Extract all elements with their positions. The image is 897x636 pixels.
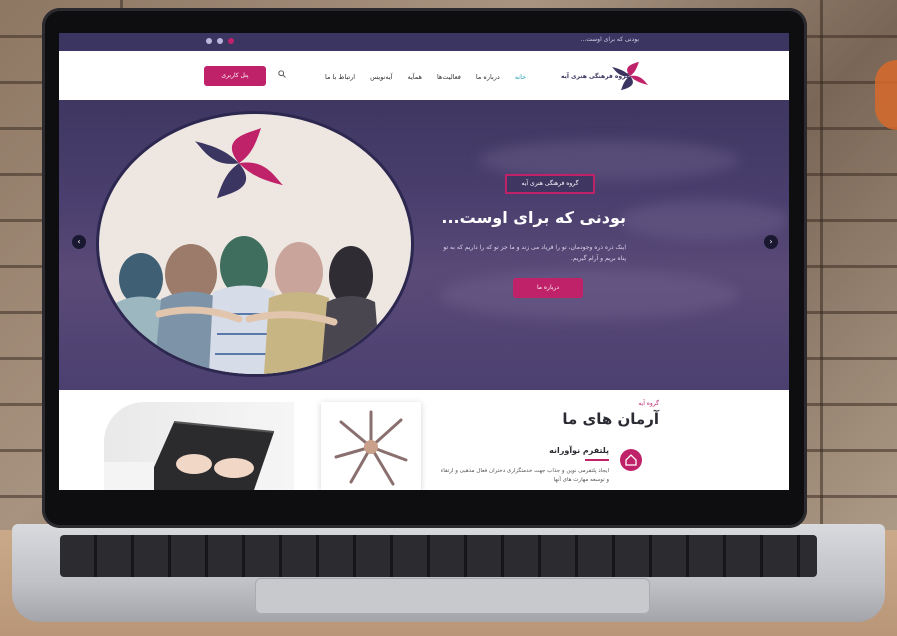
hands-together-sketch xyxy=(334,410,408,486)
share-icon[interactable] xyxy=(228,38,234,44)
hero-badge: گروه فرهنگی هنری آیه xyxy=(505,174,595,194)
hero-title: بودنی که برای اوست... xyxy=(441,208,626,227)
laptop-trackpad xyxy=(255,578,650,614)
girls-embracing-illustration xyxy=(109,128,381,374)
nav-item-contact[interactable]: ارتباط با ما xyxy=(325,73,355,81)
user-panel-button[interactable]: پنل کاربری xyxy=(204,66,266,86)
ideals-section: گروه آیه آرمان های ما پلتفرم نوآورانه ای… xyxy=(59,390,789,490)
top-bar: بودنی که برای اوست... xyxy=(59,33,789,51)
feature-title: پلتفرم نوآورانه xyxy=(549,446,609,455)
slider-next-arrow-icon[interactable]: › xyxy=(764,235,778,249)
hero-illustration xyxy=(99,114,411,374)
logo-icon[interactable] xyxy=(612,61,648,91)
social-links xyxy=(206,38,234,44)
about-us-button[interactable]: درباره ما xyxy=(513,278,583,298)
search-icon[interactable] xyxy=(278,70,286,78)
laptop-keyboard-photo xyxy=(104,421,275,490)
feature-description: ایجاد پلتفرمی نوین و جذاب جهت خدمتگزاری … xyxy=(440,468,609,483)
topbar-tagline: بودنی که برای اوست... xyxy=(580,36,639,43)
hands-together-card xyxy=(321,402,421,490)
home-icon xyxy=(620,449,642,471)
nav-item-ayehnevis[interactable]: آیه‌نویس xyxy=(370,73,392,81)
instagram-icon[interactable] xyxy=(217,38,223,44)
typing-on-laptop-photo xyxy=(104,402,294,490)
nav-item-activities[interactable]: فعالیت‌ها xyxy=(437,73,461,81)
plant-leaf xyxy=(875,60,897,130)
slider-prev-arrow-icon[interactable]: ‹ xyxy=(72,235,86,249)
hero-description: اینک ذره ذره وجودمان، تو را فریاد می زند… xyxy=(443,244,626,262)
section-eyebrow: گروه آیه xyxy=(638,400,659,407)
section-title: آرمان های ما xyxy=(562,410,659,428)
laptop-screen: بودنی که برای اوست... پنل کاربری خانه در… xyxy=(59,33,789,490)
hero-slider: گروه فرهنگی هنری آیه بودنی که برای اوست.… xyxy=(59,100,789,390)
menu: خانه درباره ما فعالیت‌ها همآیه آیه‌نویس … xyxy=(325,73,526,81)
laptop-keyboard xyxy=(60,535,817,577)
nav-item-home[interactable]: خانه xyxy=(515,73,526,81)
cloud xyxy=(619,200,789,240)
telegram-icon[interactable] xyxy=(206,38,212,44)
nav-item-about[interactable]: درباره ما xyxy=(476,73,500,81)
feature-underline xyxy=(585,459,609,461)
main-navigation: پنل کاربری خانه درباره ما فعالیت‌ها همآی… xyxy=(59,51,789,101)
nav-item-hamayeh[interactable]: همآیه xyxy=(407,73,421,81)
cloud xyxy=(439,270,739,320)
